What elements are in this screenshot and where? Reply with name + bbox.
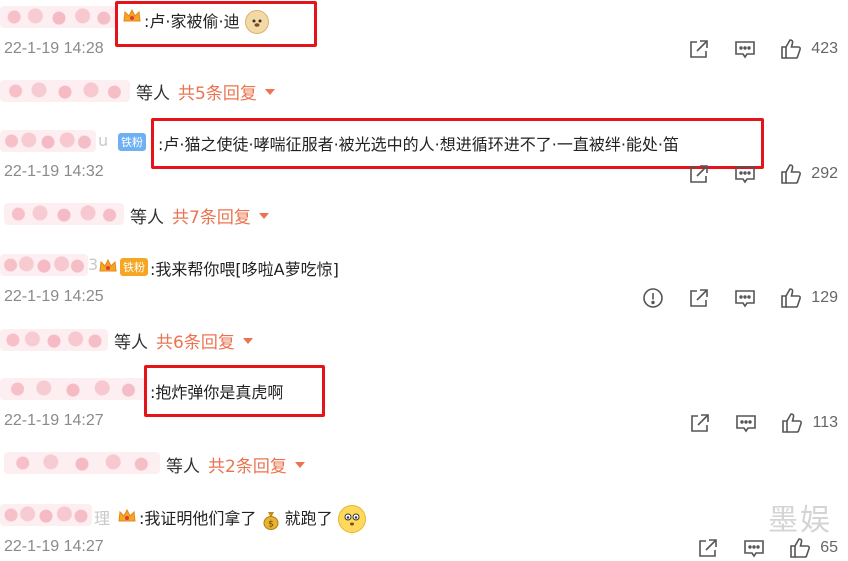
comment-text: :我证明他们拿了 $ 就跑了 <box>139 504 366 534</box>
money-bag-icon: $ <box>262 510 280 530</box>
reply-deng: 等人 <box>136 84 170 104</box>
avatar-username-blurred[interactable] <box>0 254 88 276</box>
comment-text-part: :我证明他们拿了 <box>139 509 257 528</box>
comment-actions: 129 <box>619 286 838 310</box>
caret-down-icon <box>264 88 275 95</box>
reply-deng: 等人 <box>114 333 148 353</box>
like-count: 423 <box>811 40 838 57</box>
crown-badge-icon <box>117 507 137 525</box>
more-replies-link[interactable]: 共5条回复 <box>178 79 257 104</box>
like-icon[interactable] <box>779 162 803 186</box>
share-icon[interactable] <box>696 536 720 560</box>
caret-down-icon <box>242 337 253 344</box>
username-fragment: 理 <box>94 509 111 528</box>
comment-icon[interactable] <box>742 536 766 560</box>
comment-time: 22-1-19 14:28 <box>4 40 104 57</box>
replier-names-blurred[interactable] <box>0 329 108 351</box>
share-icon[interactable] <box>687 286 711 310</box>
reply-summary[interactable]: 等人 共2条回复 <box>166 452 305 477</box>
avatar-username-blurred[interactable] <box>0 130 96 152</box>
caret-down-icon <box>294 461 305 468</box>
comment-time: 22-1-19 14:27 <box>4 538 104 555</box>
comment-icon[interactable] <box>733 37 757 61</box>
comment-time: 22-1-19 14:25 <box>4 288 104 305</box>
reply-summary[interactable]: 等人 共7条回复 <box>130 203 269 228</box>
reply-deng: 等人 <box>130 208 164 228</box>
like-icon[interactable] <box>780 411 804 435</box>
fan-badge: 铁粉 <box>118 133 146 151</box>
comment-time: 22-1-19 14:32 <box>4 163 104 180</box>
share-icon[interactable] <box>687 162 711 186</box>
like-count: 129 <box>811 289 838 306</box>
watermark: 墨娱 <box>768 503 832 538</box>
replier-names-blurred[interactable] <box>4 452 160 474</box>
like-count: 113 <box>812 414 838 431</box>
caret-down-icon <box>258 212 269 219</box>
like-count: 65 <box>820 539 838 556</box>
comment-icon[interactable] <box>733 162 757 186</box>
reply-summary[interactable]: 等人 共6条回复 <box>114 328 253 353</box>
replier-names-blurred[interactable] <box>0 80 130 102</box>
like-count: 292 <box>811 165 838 182</box>
comment-icon[interactable] <box>733 286 757 310</box>
username-fragment: 3 <box>88 255 99 274</box>
like-icon[interactable] <box>788 536 812 560</box>
reply-deng: 等人 <box>166 457 200 477</box>
surprised-face-emoji-icon <box>337 504 366 533</box>
avatar-username-blurred[interactable] <box>0 378 146 400</box>
more-replies-link[interactable]: 共2条回复 <box>208 452 287 477</box>
avatar-username-blurred[interactable] <box>0 6 118 28</box>
fan-badge: 铁粉 <box>120 258 148 276</box>
comment-actions: 423 <box>665 37 838 61</box>
svg-text:$: $ <box>268 519 274 529</box>
comment-text-part: 就跑了 <box>284 509 333 528</box>
share-icon[interactable] <box>688 411 712 435</box>
comment-text: :我来帮你喂[哆啦A萝吃惊] <box>150 260 339 279</box>
comment-actions: 292 <box>665 162 838 186</box>
comment-actions: 113 <box>666 411 838 435</box>
reply-summary[interactable]: 等人 共5条回复 <box>136 79 275 104</box>
replier-names-blurred[interactable] <box>4 203 124 225</box>
more-replies-link[interactable]: 共7条回复 <box>172 203 251 228</box>
highlight-box <box>115 1 317 47</box>
more-replies-link[interactable]: 共6条回复 <box>156 328 235 353</box>
report-icon[interactable] <box>641 286 665 310</box>
like-icon[interactable] <box>779 286 803 310</box>
crown-badge-icon <box>98 257 118 275</box>
comment-actions: 65 <box>674 536 838 560</box>
avatar-username-blurred[interactable] <box>0 504 92 526</box>
username-fragment: u <box>98 131 109 150</box>
like-icon[interactable] <box>779 37 803 61</box>
comment-icon[interactable] <box>734 411 758 435</box>
share-icon[interactable] <box>687 37 711 61</box>
comment-time: 22-1-19 14:27 <box>4 412 104 429</box>
highlight-box <box>144 365 325 417</box>
